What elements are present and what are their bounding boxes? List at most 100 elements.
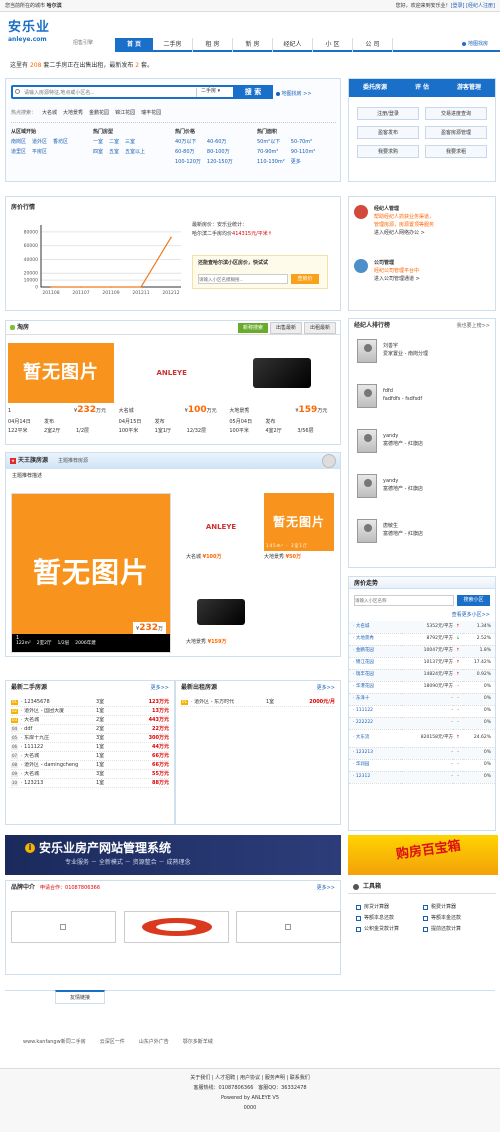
mgmt-link[interactable]: 进入经纪人网络办公 > bbox=[374, 229, 492, 237]
search-map-link[interactable]: 地图找房 >> bbox=[282, 91, 312, 97]
login-link[interactable]: [登录] bbox=[451, 3, 465, 9]
broker-row[interactable]: 刘善宇 爱家置业 - 南岗分理 bbox=[357, 339, 487, 363]
community-search-input[interactable] bbox=[354, 595, 454, 606]
nav-item[interactable]: 首 页 bbox=[115, 38, 153, 52]
filter-link[interactable]: 40万以下 bbox=[175, 139, 201, 145]
brand-slot-2[interactable] bbox=[124, 911, 229, 943]
hot-search-link[interactable]: 锦江花园 bbox=[115, 110, 135, 116]
filter-link[interactable]: 50-70m² bbox=[291, 139, 316, 145]
taofang-tab[interactable]: 出租最新 bbox=[303, 321, 336, 334]
community-search-button[interactable]: 搜索小区 bbox=[457, 595, 490, 606]
friend-link[interactable]: 山东户外广告 bbox=[139, 1039, 169, 1045]
action-button[interactable]: 交易进度查询 bbox=[425, 107, 487, 120]
trend-row[interactable]: · 123213 - - 0% bbox=[349, 747, 495, 759]
broker-rank-more[interactable]: 我也要上榜>> bbox=[457, 323, 490, 329]
latest-rent-more[interactable]: 更多>> bbox=[317, 685, 335, 691]
filter-link[interactable]: 二室 bbox=[109, 139, 119, 145]
broker-row[interactable]: yandy 富德地产 - 红旗店 bbox=[357, 474, 487, 498]
nav-item[interactable]: 经纪人 bbox=[273, 38, 313, 52]
trend-row[interactable]: · 金鹏花园 10047元/平方 ↑ 1.8% bbox=[349, 645, 495, 657]
trend-row[interactable]: · 华润园 - - 0% bbox=[349, 759, 495, 771]
list-item[interactable]: 04 · ddf 2室 22万元 bbox=[11, 725, 169, 734]
nav-item[interactable]: 小 区 bbox=[313, 38, 353, 52]
tool-link[interactable]: 提前还款计算 bbox=[423, 926, 488, 932]
action-button[interactable]: 我要求租 bbox=[425, 145, 487, 158]
friend-link[interactable]: www.kanfangw新同二手房 bbox=[23, 1039, 86, 1045]
brand-join[interactable]: 申请合作：01087806366 bbox=[40, 885, 100, 891]
hot-search-link[interactable]: 大地景秀 bbox=[63, 110, 83, 116]
tab-friend-links[interactable]: 友情链接 bbox=[55, 990, 105, 1004]
featured-small-listing[interactable]: 大地景秀 ¥159万 bbox=[186, 588, 256, 658]
filter-link[interactable]: 90-110m² bbox=[291, 149, 316, 155]
filter-link[interactable]: 五室 bbox=[109, 149, 119, 155]
logo[interactable]: 安乐业 anleye.com bbox=[8, 20, 50, 43]
filter-link[interactable]: 更多 bbox=[291, 159, 316, 165]
filter-link[interactable]: 70-90m² bbox=[257, 149, 285, 155]
filter-link[interactable]: 道里区 bbox=[11, 149, 26, 155]
trend-row[interactable]: · 华港花园 18090元/平方 - 0% bbox=[349, 681, 495, 693]
taofang-listing[interactable]: 暂无图片 ¥232万元 1 04月14日 发布 122平米 2室2厅 1/2层 bbox=[8, 343, 119, 451]
filter-link[interactable]: 五室以上 bbox=[125, 149, 145, 155]
list-item[interactable]: 01 · 12345678 3室 123万元 bbox=[11, 698, 169, 707]
list-item[interactable]: 07 · 大名城 1室 66万元 bbox=[11, 752, 169, 761]
broker-register-link[interactable]: [经纪人注册] bbox=[466, 3, 495, 9]
list-item[interactable]: 08 · 道外区 - damingcheng 1室 66万元 bbox=[11, 761, 169, 770]
filter-link[interactable]: 平房区 bbox=[32, 149, 47, 155]
nav-item[interactable]: 公 司 bbox=[353, 38, 393, 52]
footer-links[interactable]: 关于我们 | 人才招聘 | 用户协议 | 服务声明 | 联系我们 bbox=[0, 1073, 500, 1083]
broker-row[interactable]: 唐敏生 富德地产 - 红旗店 bbox=[357, 519, 487, 543]
brand-more[interactable]: 更多>> bbox=[317, 885, 335, 891]
featured-small-listing[interactable]: ANLEYE 大名城 ¥100万 bbox=[186, 503, 256, 573]
taofang-tab[interactable]: 出售最新 bbox=[269, 321, 302, 334]
filter-link[interactable]: 120-150万 bbox=[207, 159, 233, 165]
hot-search-link[interactable]: 大名城 bbox=[42, 110, 57, 116]
friend-link[interactable]: 鄂尔多斯羊绒 bbox=[183, 1039, 213, 1045]
tool-link[interactable]: 房贷计算器 bbox=[356, 904, 421, 910]
trend-row[interactable]: · 222222 - - 0% bbox=[349, 717, 495, 729]
community-price-input[interactable] bbox=[198, 274, 288, 284]
list-item[interactable]: 05 · 东岸十九庄 3室 300万元 bbox=[11, 734, 169, 743]
brand-slot-1[interactable] bbox=[11, 911, 116, 943]
search-button[interactable]: 搜 索 bbox=[233, 85, 273, 99]
action-button[interactable]: 注册/登录 bbox=[357, 107, 419, 120]
check-price-button[interactable]: 查房价 bbox=[291, 274, 319, 284]
nav-item[interactable]: 租 房 bbox=[193, 38, 233, 52]
latest-sale-more[interactable]: 更多>> bbox=[151, 685, 169, 691]
list-item[interactable]: 02 · 道外区 - 国团大厦 1室 13万元 bbox=[11, 707, 169, 716]
filter-link[interactable]: 道外区 bbox=[32, 139, 47, 145]
trend-row[interactable]: · 锦江花园 10137元/平方 ↑ 17.42% bbox=[349, 657, 495, 669]
list-item[interactable]: 03 · 大名城 2室 443万元 bbox=[11, 716, 169, 725]
filter-link[interactable]: 50m²以下 bbox=[257, 139, 285, 145]
evaluate-tab[interactable]: 评 估 bbox=[415, 84, 429, 91]
system-banner[interactable]: i 安乐业房产网站管理系统 专业服务 － 全新模式 － 资源整合 － 成熟理念 bbox=[5, 835, 341, 875]
trend-row[interactable]: · 大东流 820158元/平方 ↑ 24.62% bbox=[349, 729, 495, 747]
action-button[interactable]: 我要求购 bbox=[357, 145, 419, 158]
filter-link[interactable]: 40-60万 bbox=[207, 139, 233, 145]
featured-small-listing[interactable]: 暂无图片 145m² · 3室1厅 大地景秀 ¥50万 bbox=[264, 493, 334, 563]
action-button[interactable]: 盈客房源管理 bbox=[425, 126, 487, 139]
entrust-tab[interactable]: 委托房源 bbox=[363, 84, 387, 91]
filter-link[interactable]: 四室 bbox=[93, 149, 103, 155]
list-item[interactable]: 10 · 123213 1室 88万元 bbox=[11, 779, 169, 788]
featured-listing[interactable]: 暂无图片 ¥232万 1 122m² 2室2厅 1/2层 2006年建 bbox=[11, 493, 171, 653]
list-item[interactable]: 06 · 111122 1室 44万元 bbox=[11, 743, 169, 752]
list-item[interactable]: 09 · 大名城 3室 55万元 bbox=[11, 770, 169, 779]
ad-banner[interactable]: 购房百宝箱 bbox=[348, 835, 498, 875]
nav-map-link[interactable]: 地图找房 bbox=[468, 41, 488, 47]
trend-row[interactable]: · 111122 - - 0% bbox=[349, 705, 495, 717]
search-type-select[interactable]: 二手房 ▾ bbox=[196, 88, 236, 97]
taofang-tab[interactable]: 新称搜索 bbox=[237, 322, 268, 333]
filter-link[interactable]: 110-130m² bbox=[257, 159, 285, 165]
filter-link[interactable]: 80-100万 bbox=[207, 149, 233, 155]
filter-link[interactable]: 60-80万 bbox=[175, 149, 201, 155]
broker-row[interactable]: fdfd fadfdfs - fsdfsdf bbox=[357, 384, 487, 408]
filter-link[interactable]: 香坊区 bbox=[53, 139, 68, 145]
visitor-tab[interactable]: 游客管理 bbox=[457, 84, 481, 91]
action-button[interactable]: 盈客发布 bbox=[357, 126, 419, 139]
taofang-listing[interactable]: ¥159万元 大地景秀 05月04日 发布 100平米 4室2厅 3/56层 bbox=[229, 343, 340, 451]
hot-search-link[interactable]: 瑞丰花园 bbox=[141, 110, 161, 116]
tool-link[interactable]: 等额本息还款 bbox=[356, 915, 421, 921]
trend-row[interactable]: · 大名城 5352元/平方 ↑ 1.34% bbox=[349, 621, 495, 633]
more-communities-link[interactable]: 查看更多小区>> bbox=[349, 606, 495, 621]
nav-item[interactable]: 二手房 bbox=[153, 38, 193, 52]
